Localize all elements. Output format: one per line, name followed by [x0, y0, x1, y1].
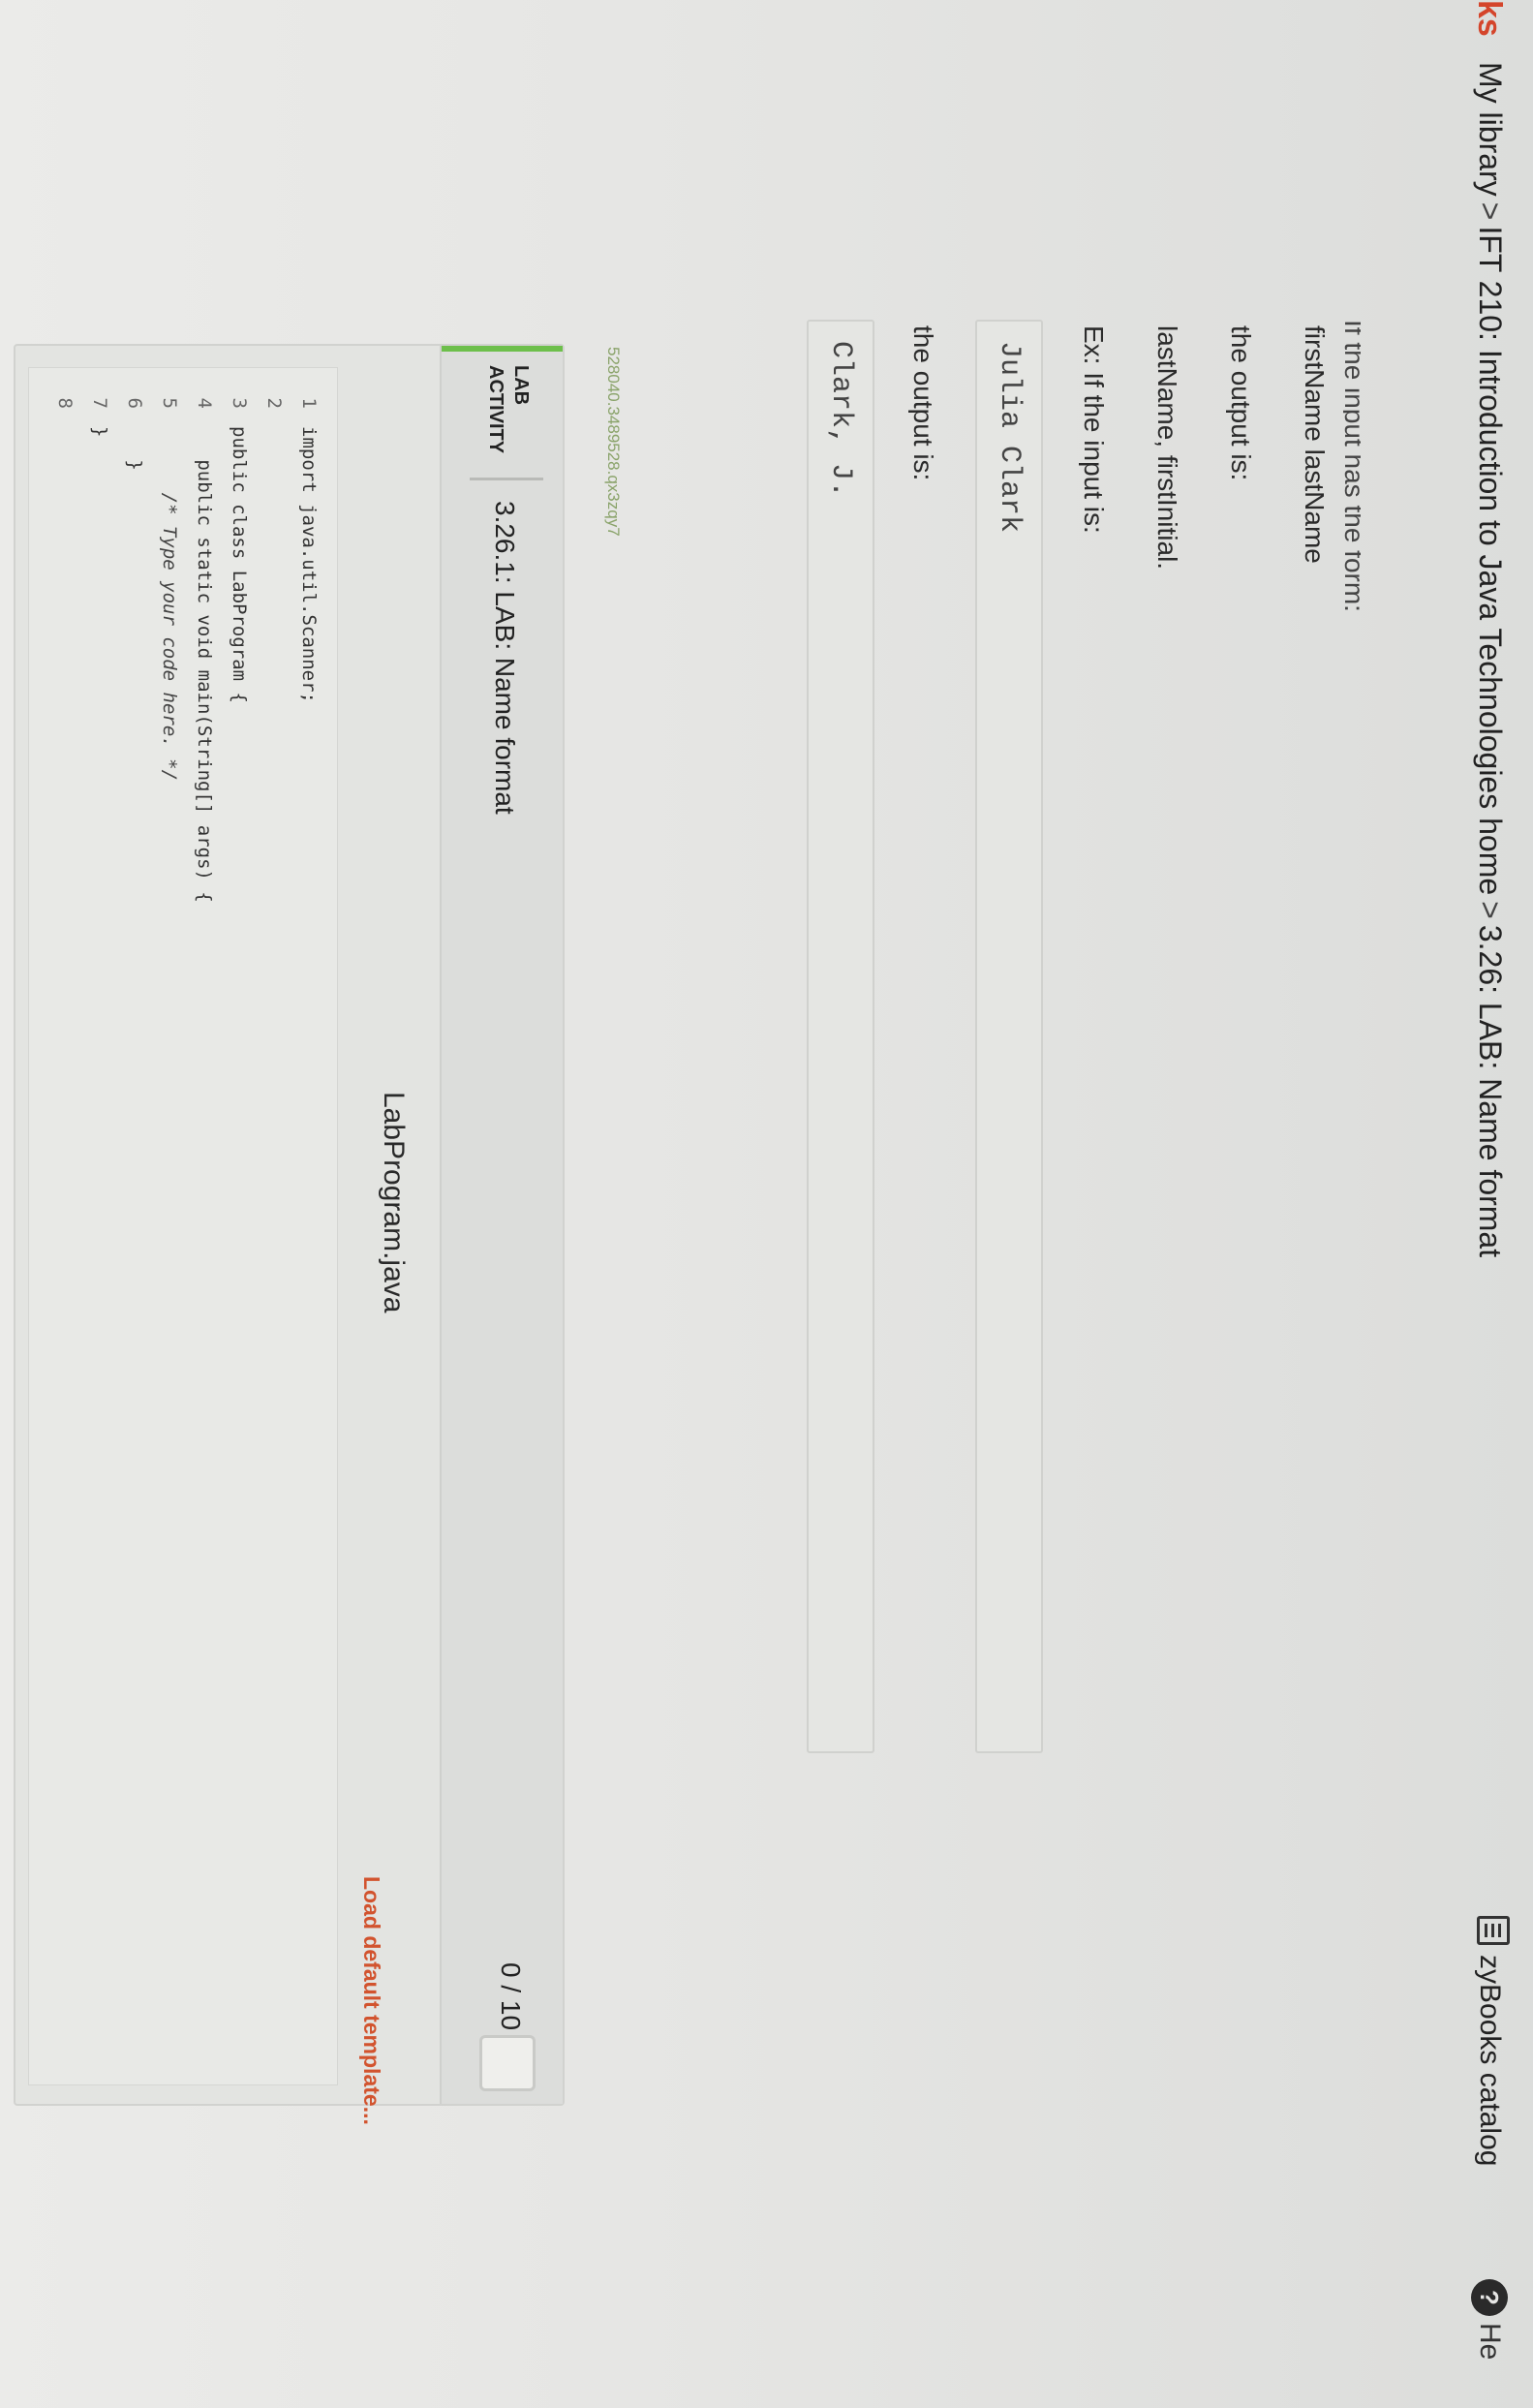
lab-activity-card: LAB ACTIVITY 3.26.1: LAB: Name format 0 …: [14, 344, 565, 2125]
line-number: 1: [298, 397, 320, 409]
lab-title: 3.26.1: LAB: Name format: [490, 501, 520, 815]
instruction-output-form: lastName, firstInitial.: [1152, 325, 1182, 571]
code-line[interactable]: public class LabProgram {: [229, 426, 250, 703]
instruction-input-form: firstName lastName: [1300, 325, 1330, 564]
example-output-box: Clark, J.: [807, 320, 874, 1753]
score-badge: [479, 2035, 536, 2091]
line-number: 8: [54, 397, 76, 409]
score-text: 0 / 10: [496, 1962, 526, 2031]
line-number: 4: [194, 397, 215, 409]
code-line[interactable]: public static void main(String[] args) {: [194, 426, 215, 903]
rotated-page: ks My library > IFT 210: Introduction to J…: [0, 0, 1533, 2408]
line-number: 7: [89, 397, 110, 409]
code-line[interactable]: }: [89, 426, 110, 437]
breadcrumb: My library > IFT 210: Introduction to Java…: [1472, 62, 1508, 1257]
example-input-box: Julia Clark: [975, 320, 1043, 1753]
breadcrumb-separator: >: [1473, 901, 1508, 919]
zybooks-logo[interactable]: ks: [1470, 0, 1508, 37]
help-link[interactable]: He: [1473, 2323, 1506, 2360]
code-line[interactable]: import java.util.Scanner;: [298, 426, 320, 703]
catalog-icon[interactable]: [1477, 1916, 1510, 1945]
help-icon[interactable]: ?: [1471, 2279, 1508, 2316]
line-number: 5: [159, 397, 180, 409]
zybooks-catalog-link[interactable]: zyBooks catalog: [1473, 1955, 1506, 2166]
breadcrumb-course-home[interactable]: IFT 210: Introduction to Java Technologi…: [1473, 226, 1508, 895]
breadcrumb-current-section: 3.26: LAB: Name format: [1473, 924, 1508, 1258]
instruction-cut-line: If the input has the form:: [1343, 320, 1361, 612]
line-number: 6: [124, 397, 145, 409]
lab-id-code: 528040.3489528.qx3zqy7: [604, 347, 623, 537]
line-number: 2: [263, 397, 285, 409]
instruction-output-is: the output is:: [1226, 325, 1256, 481]
instruction-output-is-2: the output is:: [908, 325, 938, 481]
file-name: LabProgram.java: [378, 1092, 410, 1313]
breadcrumb-my-library[interactable]: My library: [1473, 62, 1508, 197]
code-editor[interactable]: 1 import java.util.Scanner; 2 3 public c…: [28, 367, 338, 2085]
lab-activity-header: LAB ACTIVITY 3.26.1: LAB: Name format 0 …: [440, 346, 563, 2104]
lab-accent-bar: [442, 346, 563, 352]
code-line-comment[interactable]: /* Type your code here. */: [159, 426, 180, 781]
line-number: 3: [229, 397, 250, 409]
code-line[interactable]: }: [124, 426, 145, 470]
load-default-template-link[interactable]: Load default template...: [358, 1876, 384, 2125]
header-divider: [470, 478, 543, 480]
breadcrumb-separator: >: [1473, 201, 1508, 221]
lab-activity-tag: LAB ACTIVITY: [485, 365, 532, 454]
instruction-example-intro: Ex: If the input is:: [1079, 325, 1109, 534]
